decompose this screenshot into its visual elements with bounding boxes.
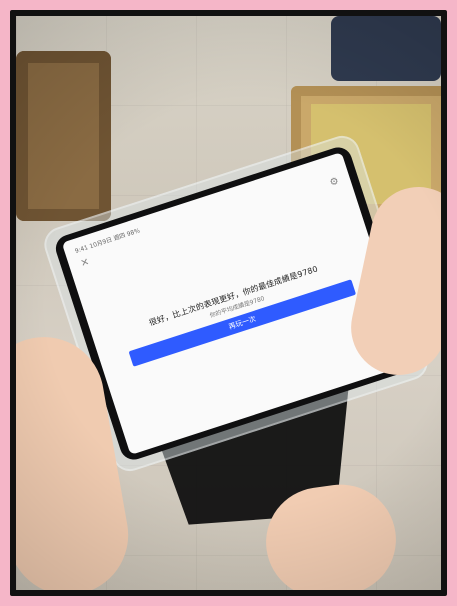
gear-icon: ⚙ [328, 175, 341, 189]
close-icon: ✕ [79, 256, 91, 270]
photo-frame: 9:41 10月9日 週四 98% ✕ ⚙ 很好，比上次的表現更好，你的最佳成績… [10, 10, 447, 596]
photo: 9:41 10月9日 週四 98% ✕ ⚙ 很好，比上次的表現更好，你的最佳成績… [16, 16, 441, 590]
result-submessage: 你的平均成績是9780 [208, 295, 266, 320]
close-button[interactable]: ✕ [77, 255, 92, 270]
settings-button[interactable]: ⚙ [327, 174, 342, 189]
chair [16, 51, 111, 221]
backpack [331, 16, 441, 81]
